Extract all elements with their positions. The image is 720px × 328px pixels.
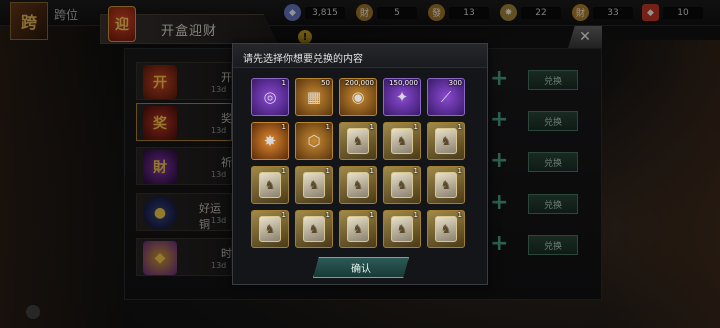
reward-item-icon: ◉ bbox=[351, 88, 365, 106]
reward-item[interactable]: ⟋ 300 bbox=[427, 78, 465, 116]
reward-quantity: 1 bbox=[281, 79, 286, 87]
reward-item-icon: ♞ bbox=[303, 216, 325, 242]
reward-item-icon: ♞ bbox=[435, 172, 457, 198]
dialog-header: 请先选择你想要兑换的内容 bbox=[233, 44, 487, 68]
reward-item-icon: ♞ bbox=[435, 216, 457, 242]
reward-item[interactable]: ♞ 1 bbox=[427, 210, 465, 248]
reward-item[interactable]: ♞ 1 bbox=[427, 122, 465, 160]
confirm-button[interactable]: 确认 bbox=[313, 257, 409, 278]
reward-item-icon: ✸ bbox=[263, 132, 277, 150]
reward-item-icon: ♞ bbox=[347, 172, 369, 198]
reward-item-icon: ♞ bbox=[391, 128, 413, 154]
reward-item[interactable]: ♞ 1 bbox=[383, 122, 421, 160]
reward-item[interactable]: ♞ 1 bbox=[383, 210, 421, 248]
reward-item-icon: ▦ bbox=[306, 88, 322, 106]
reward-quantity: 1 bbox=[325, 167, 330, 175]
reward-quantity: 1 bbox=[413, 211, 418, 219]
reward-item[interactable]: ♞ 1 bbox=[339, 122, 377, 160]
reward-item[interactable]: ♞ 1 bbox=[295, 166, 333, 204]
reward-quantity: 50 bbox=[321, 79, 330, 87]
reward-quantity: 1 bbox=[413, 167, 418, 175]
reward-quantity: 1 bbox=[369, 167, 374, 175]
reward-item[interactable]: ♞ 1 bbox=[339, 210, 377, 248]
reward-item-icon: ♞ bbox=[303, 172, 325, 198]
reward-quantity: 200,000 bbox=[345, 79, 374, 87]
reward-item-icon: ♞ bbox=[435, 128, 457, 154]
reward-item-icon: ⬡ bbox=[307, 132, 321, 150]
reward-quantity: 1 bbox=[457, 123, 462, 131]
reward-item-icon: ♞ bbox=[259, 216, 281, 242]
reward-item-icon: ♞ bbox=[347, 216, 369, 242]
reward-quantity: 1 bbox=[325, 123, 330, 131]
reward-item[interactable]: ♞ 1 bbox=[383, 166, 421, 204]
reward-item-icon: ♞ bbox=[259, 172, 281, 198]
reward-item[interactable]: ◎ 1 bbox=[251, 78, 289, 116]
exchange-selection-dialog: 请先选择你想要兑换的内容 ◎ 1 ▦ 50 ◉ 200,000 ✦ 150,000 ⟋ 300 ✸ 1… bbox=[232, 43, 488, 285]
reward-quantity: 1 bbox=[325, 211, 330, 219]
reward-quantity: 300 bbox=[448, 79, 462, 87]
reward-item[interactable]: ♞ 1 bbox=[251, 166, 289, 204]
reward-item[interactable]: ◉ 200,000 bbox=[339, 78, 377, 116]
reward-item[interactable]: ♞ 1 bbox=[295, 210, 333, 248]
reward-quantity: 150,000 bbox=[389, 79, 418, 87]
reward-quantity: 1 bbox=[281, 123, 286, 131]
reward-item[interactable]: ♞ 1 bbox=[339, 166, 377, 204]
reward-quantity: 1 bbox=[457, 211, 462, 219]
reward-item-icon: ♞ bbox=[347, 128, 369, 154]
reward-item-icon: ⟋ bbox=[440, 88, 452, 106]
reward-quantity: 1 bbox=[281, 211, 286, 219]
reward-item[interactable]: ▦ 50 bbox=[295, 78, 333, 116]
reward-item[interactable]: ⬡ 1 bbox=[295, 122, 333, 160]
reward-quantity: 1 bbox=[413, 123, 418, 131]
reward-item-icon: ◎ bbox=[263, 88, 277, 106]
reward-quantity: 1 bbox=[369, 123, 374, 131]
reward-quantity: 1 bbox=[281, 167, 286, 175]
reward-item-icon: ♞ bbox=[391, 172, 413, 198]
reward-item[interactable]: ✦ 150,000 bbox=[383, 78, 421, 116]
reward-item-icon: ♞ bbox=[391, 216, 413, 242]
reward-item[interactable]: ♞ 1 bbox=[427, 166, 465, 204]
reward-item-icon: ✦ bbox=[395, 88, 409, 106]
reward-quantity: 1 bbox=[369, 211, 374, 219]
reward-item[interactable]: ♞ 1 bbox=[251, 210, 289, 248]
reward-item[interactable]: ✸ 1 bbox=[251, 122, 289, 160]
reward-grid[interactable]: ◎ 1 ▦ 50 ◉ 200,000 ✦ 150,000 ⟋ 300 ✸ 1 ⬡ 1 ♞ 1 ♞ 1 ♞ 1 ♞ 1 ♞ 1 ♞… bbox=[247, 74, 473, 252]
reward-quantity: 1 bbox=[457, 167, 462, 175]
dialog-title: 请先选择你想要兑换的内容 bbox=[243, 54, 363, 65]
